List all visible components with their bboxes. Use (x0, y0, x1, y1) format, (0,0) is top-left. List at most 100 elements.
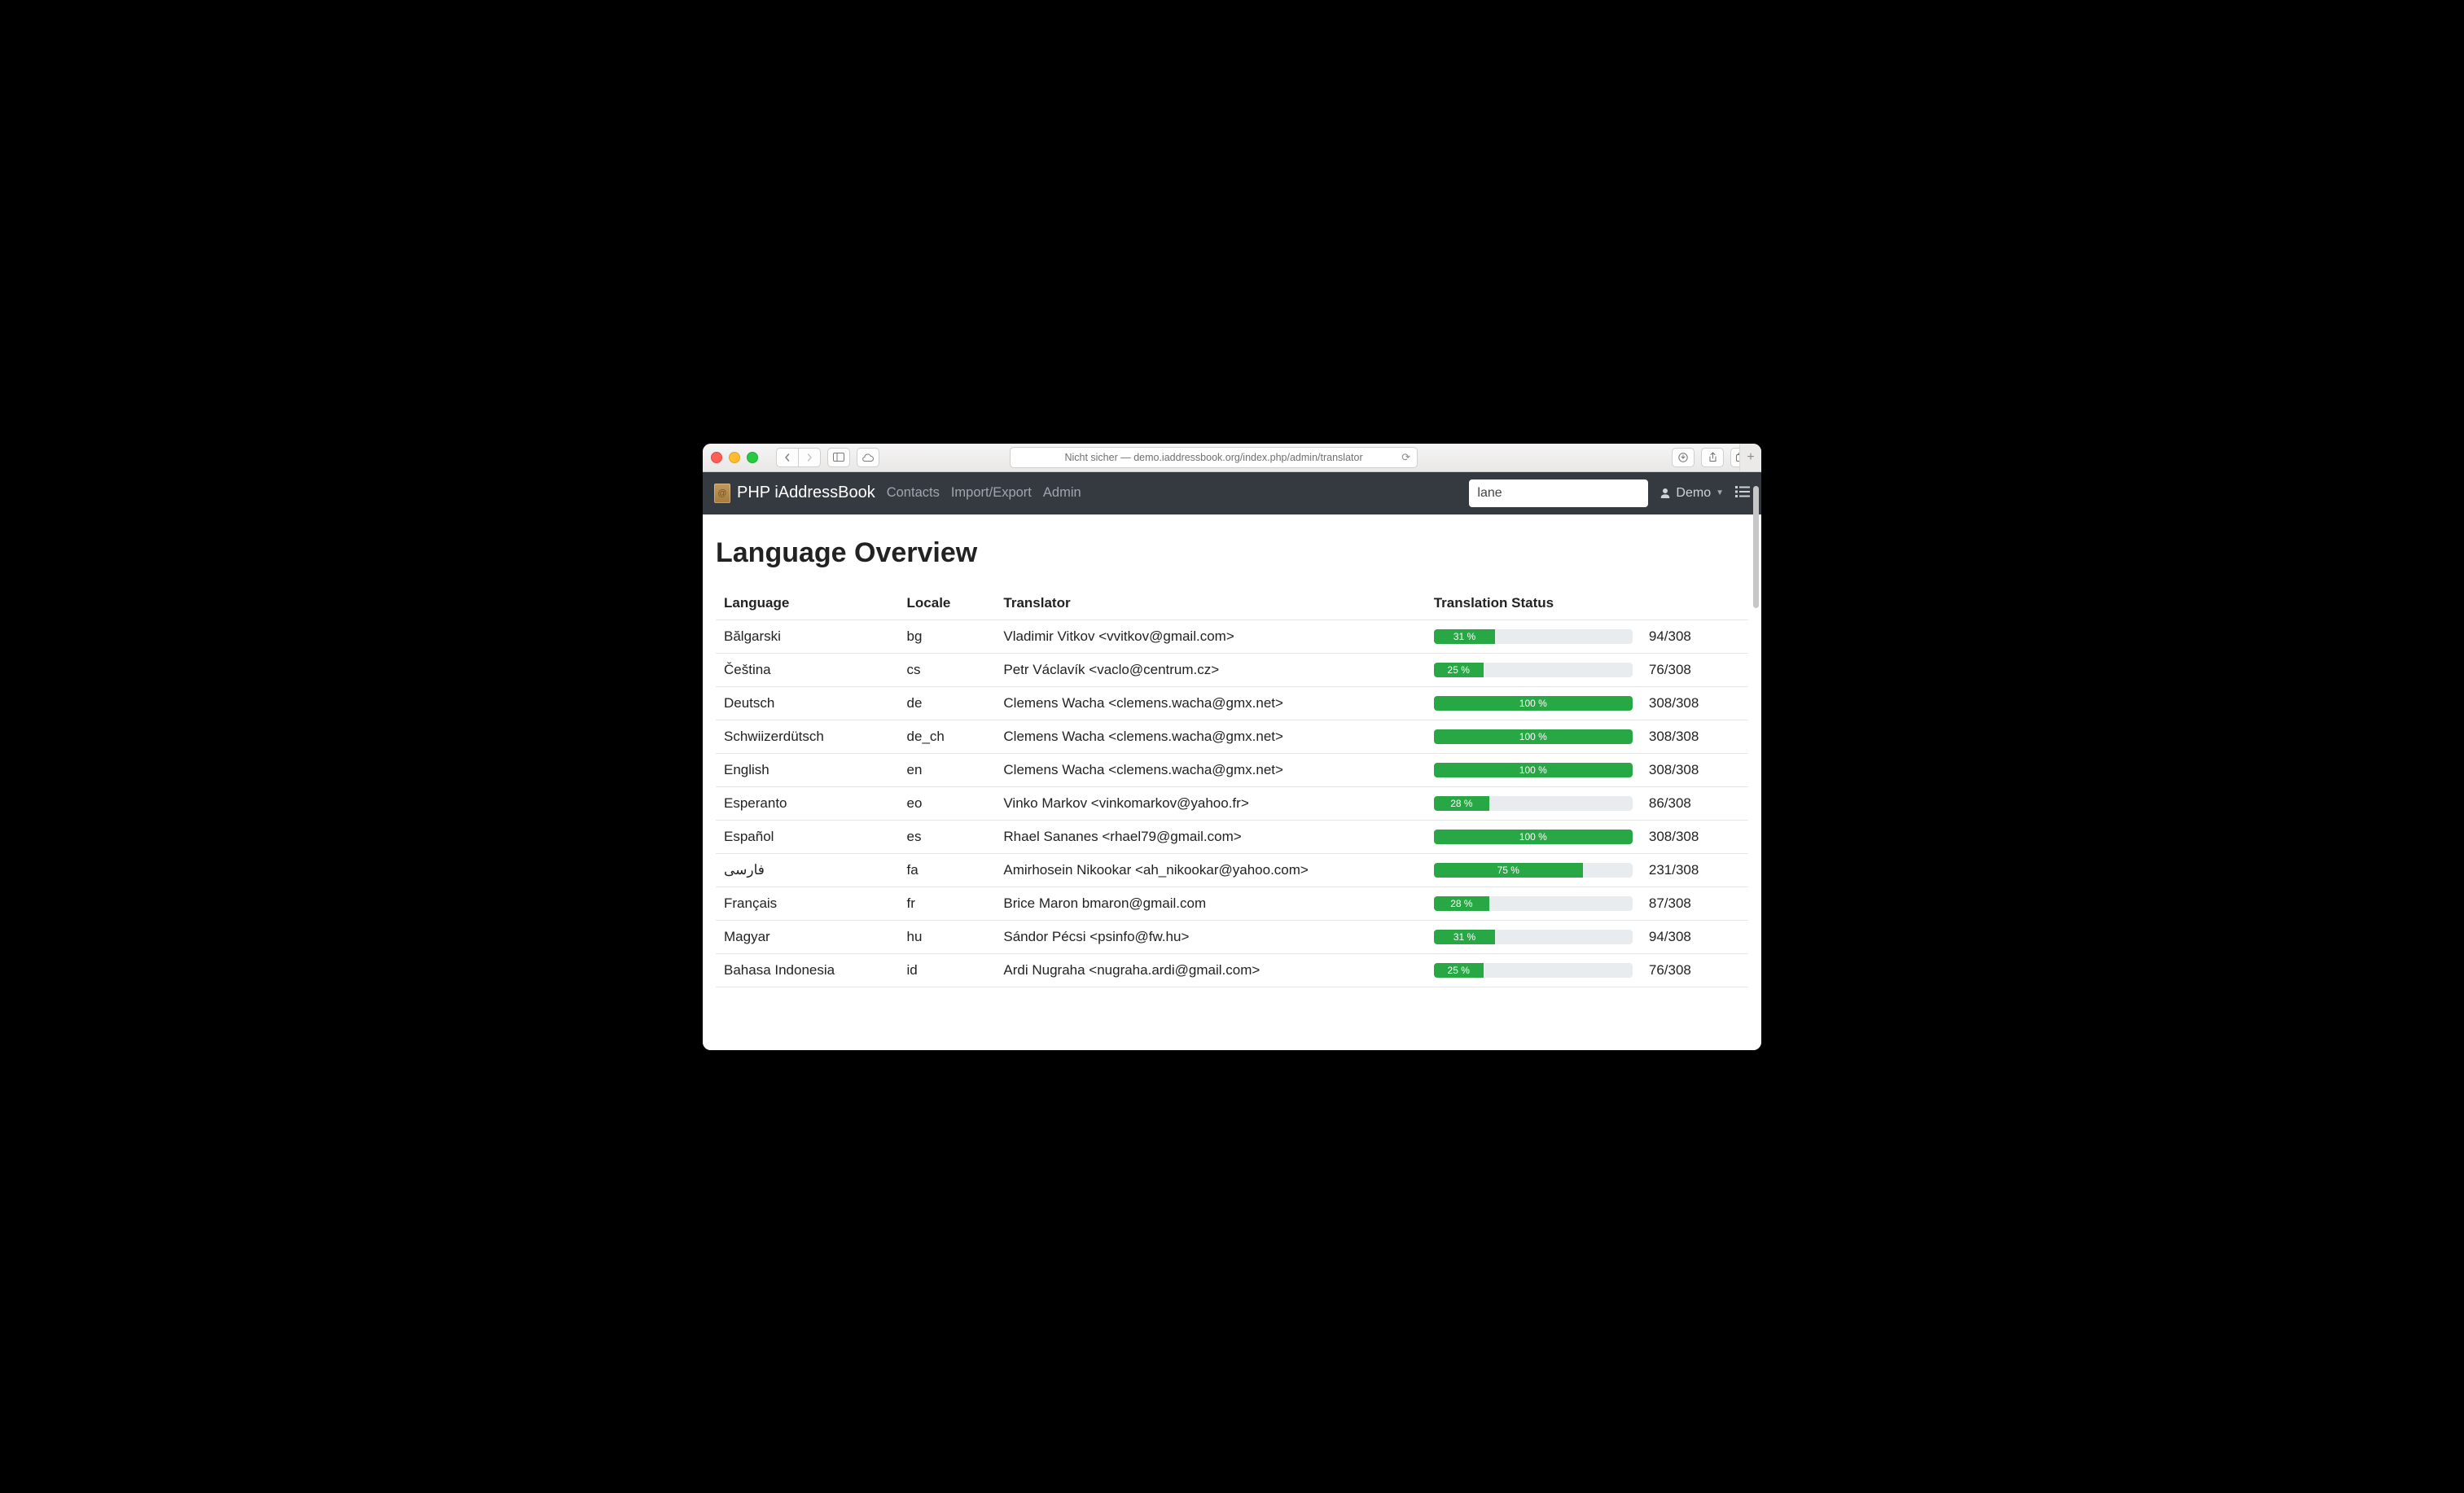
progress-bar: 25 % (1434, 963, 1484, 978)
cell-count: 76/308 (1641, 653, 1748, 686)
cell-status: 31 % (1426, 920, 1641, 953)
page-content: Language Overview Language Locale Transl… (703, 514, 1761, 1050)
cell-locale: fr (899, 887, 996, 920)
progress-bar: 31 % (1434, 930, 1496, 944)
cell-language: Čeština (716, 653, 899, 686)
cell-locale: de (899, 686, 996, 720)
vertical-scrollbar[interactable] (1753, 486, 1759, 608)
cell-count: 94/308 (1641, 920, 1748, 953)
close-window-button[interactable] (711, 452, 722, 463)
window-controls (711, 452, 758, 463)
progress-bar: 100 % (1434, 830, 1633, 844)
cell-status: 100 % (1426, 686, 1641, 720)
browser-window: Nicht sicher — demo.iaddressbook.org/ind… (703, 444, 1761, 1050)
sidebar-toggle-button[interactable] (827, 448, 850, 467)
nav-admin[interactable]: Admin (1043, 485, 1081, 501)
progress-bar: 100 % (1434, 763, 1633, 777)
table-row: EnglishenClemens Wacha <clemens.wacha@gm… (716, 753, 1748, 786)
new-tab-button[interactable]: + (1739, 444, 1761, 471)
cell-status: 28 % (1426, 786, 1641, 820)
cell-language: Magyar (716, 920, 899, 953)
cell-translator: Vinko Markov <vinkomarkov@yahoo.fr> (995, 786, 1425, 820)
progress-bar: 28 % (1434, 896, 1489, 911)
maximize-window-button[interactable] (747, 452, 758, 463)
progress-track: 100 % (1434, 830, 1633, 844)
cell-language: Schwiizerdütsch (716, 720, 899, 753)
progress-track: 28 % (1434, 896, 1633, 911)
cell-locale: de_ch (899, 720, 996, 753)
cell-count: 94/308 (1641, 620, 1748, 653)
cell-count: 308/308 (1641, 686, 1748, 720)
progress-bar: 100 % (1434, 729, 1633, 744)
nav-import-export[interactable]: Import/Export (951, 485, 1032, 501)
table-row: Schwiizerdütschde_chClemens Wacha <cleme… (716, 720, 1748, 753)
cell-locale: en (899, 753, 996, 786)
cell-count: 76/308 (1641, 953, 1748, 987)
sidebar-icon (833, 453, 844, 462)
cell-status: 25 % (1426, 953, 1641, 987)
back-button[interactable] (776, 448, 798, 467)
list-icon (1735, 486, 1750, 497)
table-row: Bahasa IndonesiaidArdi Nugraha <nugraha.… (716, 953, 1748, 987)
nav-contacts[interactable]: Contacts (887, 485, 940, 501)
cell-status: 100 % (1426, 753, 1641, 786)
col-language: Language (716, 589, 899, 620)
col-locale: Locale (899, 589, 996, 620)
cell-language: Deutsch (716, 686, 899, 720)
page-title: Language Overview (716, 537, 1748, 569)
minimize-window-button[interactable] (729, 452, 740, 463)
table-row: FrançaisfrBrice Maron bmaron@gmail.com28… (716, 887, 1748, 920)
cell-count: 87/308 (1641, 887, 1748, 920)
progress-track: 28 % (1434, 796, 1633, 811)
cell-status: 28 % (1426, 887, 1641, 920)
user-menu[interactable]: Demo ▼ (1659, 486, 1724, 501)
user-label: Demo (1676, 486, 1711, 501)
cell-locale: fa (899, 853, 996, 887)
cell-count: 86/308 (1641, 786, 1748, 820)
progress-track: 75 % (1434, 863, 1633, 878)
list-view-button[interactable] (1735, 484, 1750, 502)
user-icon (1659, 488, 1671, 499)
progress-bar: 31 % (1434, 629, 1496, 644)
search-input[interactable] (1469, 479, 1648, 507)
brand-label: PHP iAddressBook (737, 484, 875, 502)
address-bar[interactable]: Nicht sicher — demo.iaddressbook.org/ind… (1010, 447, 1418, 468)
downloads-button[interactable] (1672, 448, 1695, 467)
forward-button[interactable] (798, 448, 821, 467)
progress-bar: 100 % (1434, 696, 1633, 711)
cell-translator: Clemens Wacha <clemens.wacha@gmx.net> (995, 686, 1425, 720)
share-button[interactable] (1701, 448, 1724, 467)
cell-translator: Clemens Wacha <clemens.wacha@gmx.net> (995, 720, 1425, 753)
chevron-right-icon (805, 453, 813, 462)
brand[interactable]: PHP iAddressBook (714, 484, 875, 503)
cell-language: Español (716, 820, 899, 853)
language-table: Language Locale Translator Translation S… (716, 589, 1748, 987)
cell-language: Bălgarski (716, 620, 899, 653)
cell-translator: Clemens Wacha <clemens.wacha@gmx.net> (995, 753, 1425, 786)
reload-button[interactable]: ⟳ (1401, 451, 1410, 464)
download-icon (1678, 453, 1688, 462)
table-row: EsperantoeoVinko Markov <vinkomarkov@yah… (716, 786, 1748, 820)
cell-status: 100 % (1426, 820, 1641, 853)
table-row: BălgarskibgVladimir Vitkov <vvitkov@gmai… (716, 620, 1748, 653)
chevron-left-icon (783, 453, 791, 462)
cell-status: 100 % (1426, 720, 1641, 753)
progress-track: 31 % (1434, 629, 1633, 644)
cell-translator: Vladimir Vitkov <vvitkov@gmail.com> (995, 620, 1425, 653)
table-row: ČeštinacsPetr Václavík <vaclo@centrum.cz… (716, 653, 1748, 686)
cell-locale: id (899, 953, 996, 987)
cell-translator: Rhael Sananes <rhael79@gmail.com> (995, 820, 1425, 853)
cell-count: 308/308 (1641, 720, 1748, 753)
cell-language: Bahasa Indonesia (716, 953, 899, 987)
cell-language: فارسی (716, 853, 899, 887)
nav-back-forward (776, 448, 821, 467)
progress-bar: 75 % (1434, 863, 1583, 878)
cell-language: Esperanto (716, 786, 899, 820)
table-row: EspañolesRhael Sananes <rhael79@gmail.co… (716, 820, 1748, 853)
progress-track: 25 % (1434, 963, 1633, 978)
address-text: Nicht sicher — demo.iaddressbook.org/ind… (1064, 452, 1362, 463)
progress-track: 100 % (1434, 763, 1633, 777)
icloud-button[interactable] (857, 448, 879, 467)
col-translator: Translator (995, 589, 1425, 620)
progress-track: 31 % (1434, 930, 1633, 944)
